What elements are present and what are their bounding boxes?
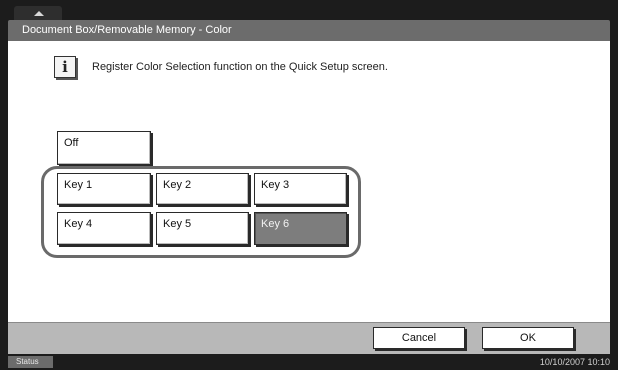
status-button[interactable]: Status <box>8 356 53 368</box>
ok-button-label: OK <box>520 332 536 344</box>
date-time: 10/10/2007 10:10 <box>539 357 610 367</box>
key-6-button[interactable]: Key 6 <box>254 212 347 245</box>
key-3-label: Key 3 <box>261 179 290 191</box>
cancel-button-label: Cancel <box>401 332 437 344</box>
info-icon-glyph: i <box>62 58 68 76</box>
key-5-button[interactable]: Key 5 <box>156 212 249 245</box>
status-bar: Status 10/10/2007 10:10 <box>0 356 618 370</box>
window-title: Document Box/Removable Memory - Color <box>8 20 610 41</box>
key-2-label: Key 2 <box>163 179 192 191</box>
key-4-button[interactable]: Key 4 <box>57 212 151 245</box>
top-tab <box>14 6 62 20</box>
off-button[interactable]: Off <box>57 131 151 165</box>
key-1-button[interactable]: Key 1 <box>57 173 151 205</box>
ok-button[interactable]: OK <box>482 327 574 349</box>
key-4-label: Key 4 <box>64 218 93 230</box>
key-1-label: Key 1 <box>64 179 93 191</box>
info-icon: i <box>54 56 76 78</box>
footer-bar: Cancel OK <box>8 322 610 354</box>
cancel-button[interactable]: Cancel <box>373 327 465 349</box>
key-3-button[interactable]: Key 3 <box>254 173 347 205</box>
key-6-label: Key 6 <box>261 218 290 230</box>
key-2-button[interactable]: Key 2 <box>156 173 249 205</box>
off-button-label: Off <box>64 137 79 149</box>
info-message: Register Color Selection function on the… <box>92 61 388 73</box>
key-5-label: Key 5 <box>163 218 192 230</box>
